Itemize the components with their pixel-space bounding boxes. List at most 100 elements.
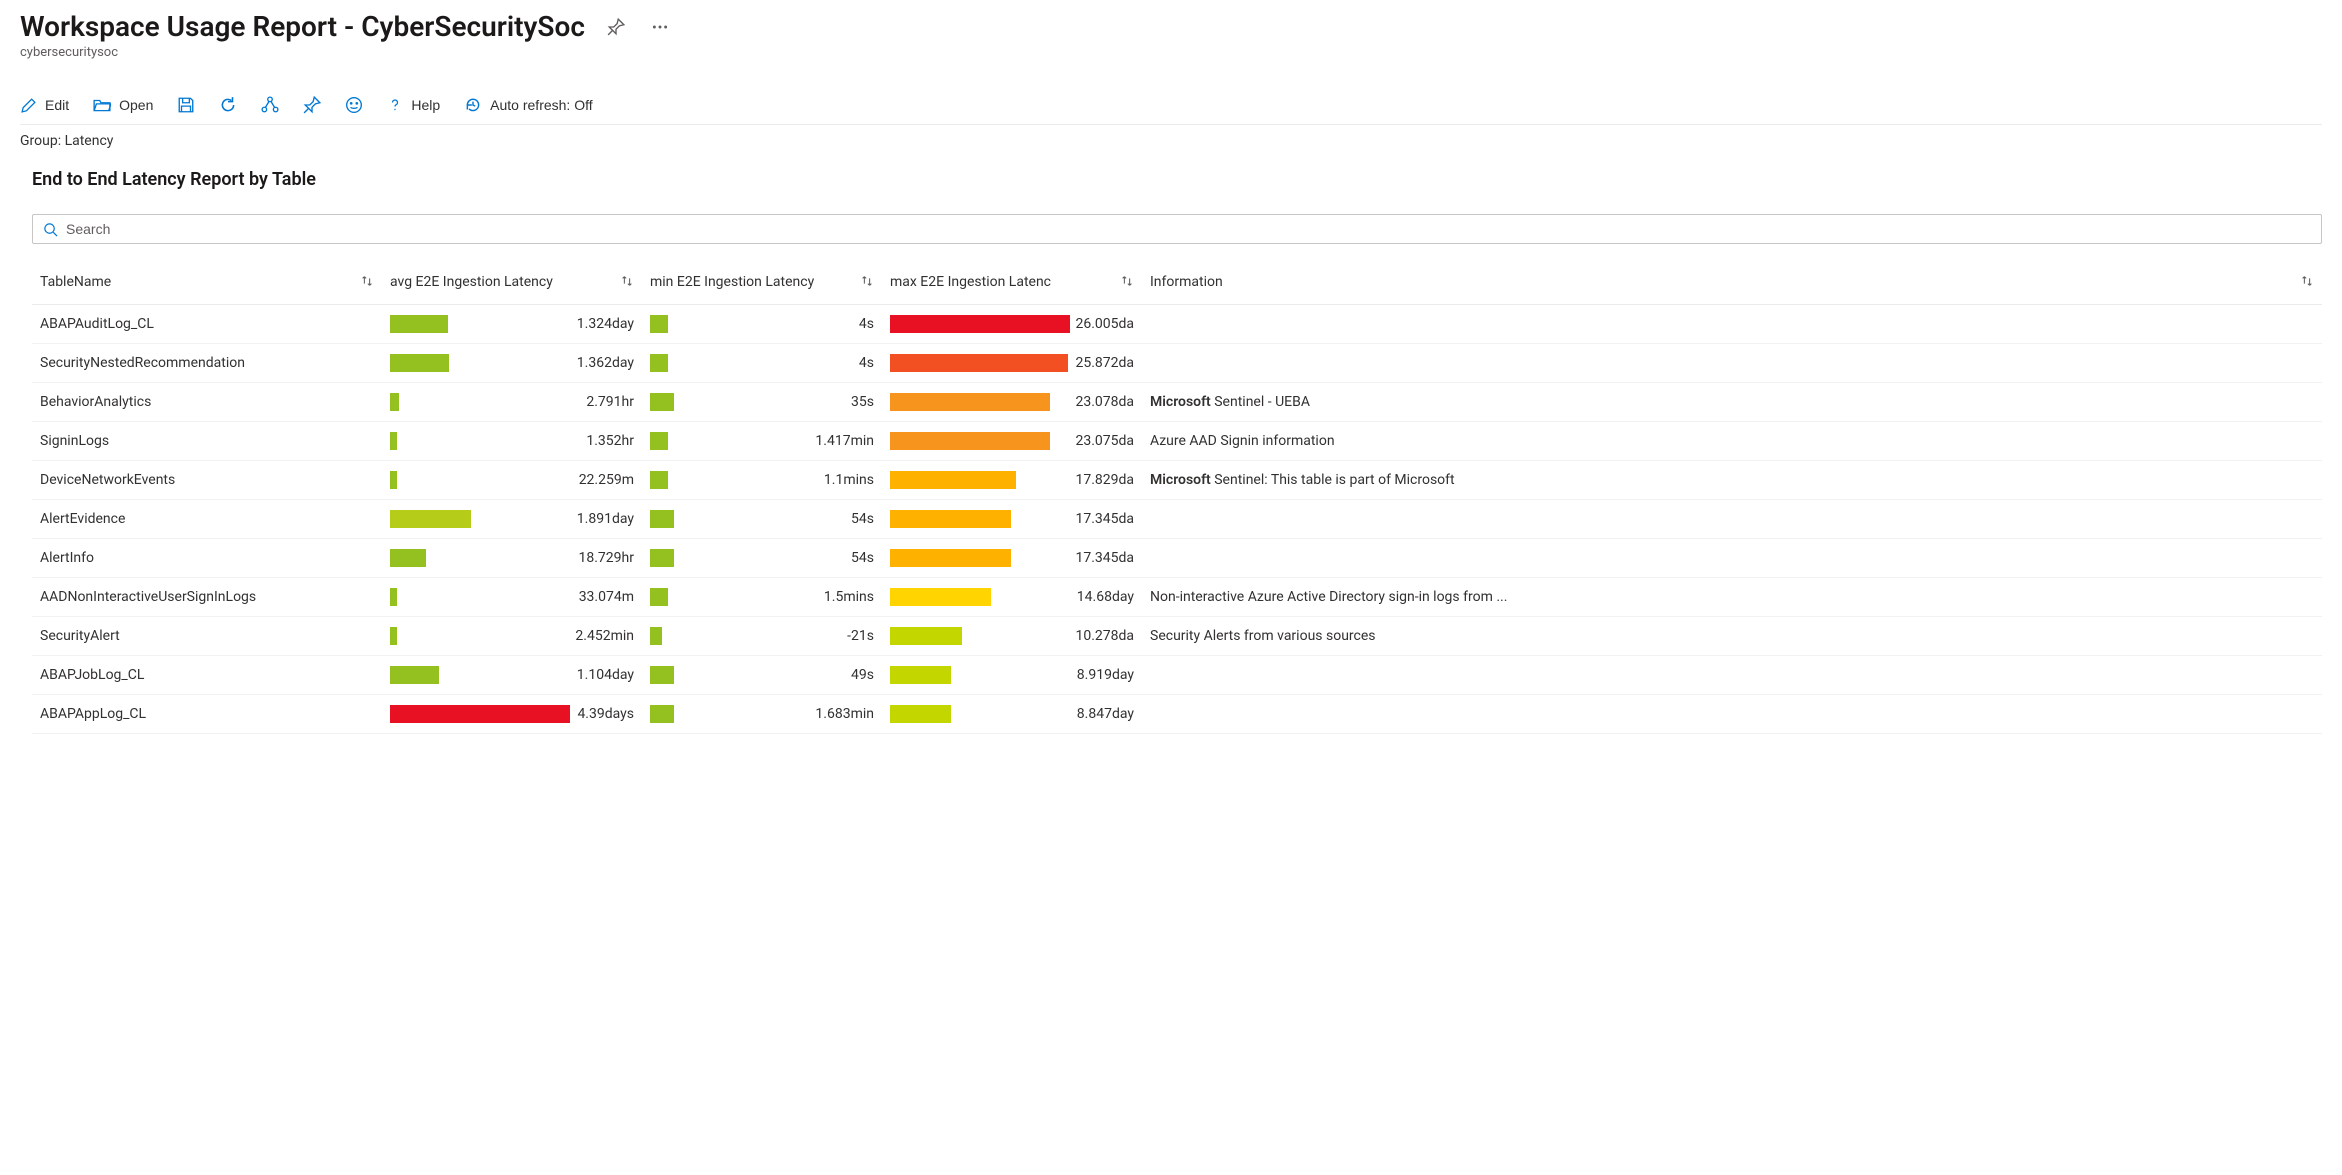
max-bar: [890, 354, 1068, 372]
sort-icon[interactable]: [860, 274, 874, 288]
table-row[interactable]: AlertEvidence1.891day54s17.345da: [32, 500, 2322, 539]
avg-value: 2.791hr: [574, 394, 634, 410]
cell-info: Microsoft Sentinel: This table is part o…: [1142, 461, 2322, 500]
cell-name: ABAPAppLog_CL: [32, 695, 382, 734]
avg-bar: [390, 666, 439, 684]
max-value: 8.919day: [1074, 667, 1134, 683]
open-label: Open: [119, 97, 153, 113]
help-button[interactable]: Help: [387, 97, 440, 113]
min-bar: [650, 666, 674, 684]
min-bar: [650, 549, 674, 567]
sort-icon[interactable]: [2300, 274, 2314, 288]
table-row[interactable]: SecurityAlert2.452min-21s10.278daSecurit…: [32, 617, 2322, 656]
table-row[interactable]: ABAPAppLog_CL4.39days1.683min8.847day: [32, 695, 2322, 734]
sort-icon[interactable]: [620, 274, 634, 288]
max-bar: [890, 510, 1011, 528]
col-header-name[interactable]: TableName: [32, 246, 382, 305]
cell-min: 1.417min: [642, 422, 882, 461]
cell-info: Microsoft Sentinel - UEBA: [1142, 383, 2322, 422]
max-value: 14.68day: [1074, 589, 1134, 605]
table-row[interactable]: DeviceNetworkEvents22.259m1.1mins17.829d…: [32, 461, 2322, 500]
share-button[interactable]: [261, 96, 279, 114]
max-value: 23.078da: [1074, 394, 1134, 410]
more-button[interactable]: [647, 14, 673, 40]
cell-info: [1142, 305, 2322, 344]
max-bar: [890, 705, 951, 723]
table-row[interactable]: SigninLogs1.352hr1.417min23.075daAzure A…: [32, 422, 2322, 461]
sort-icon[interactable]: [360, 274, 374, 288]
help-label: Help: [411, 97, 440, 113]
col-header-info-label: Information: [1150, 274, 1223, 290]
cell-min: 1.683min: [642, 695, 882, 734]
more-icon: [651, 18, 669, 36]
pin-button[interactable]: [603, 14, 629, 40]
cell-min: 4s: [642, 305, 882, 344]
max-bar: [890, 432, 1050, 450]
avg-bar: [390, 510, 471, 528]
max-bar: [890, 666, 951, 684]
avg-value: 18.729hr: [574, 550, 634, 566]
max-value: 8.847day: [1074, 706, 1134, 722]
max-bar: [890, 393, 1050, 411]
sort-icon[interactable]: [1120, 274, 1134, 288]
cell-min: 35s: [642, 383, 882, 422]
table-row[interactable]: ABAPAuditLog_CL1.324day4s26.005da: [32, 305, 2322, 344]
min-value: 1.417min: [680, 433, 874, 449]
cell-max: 17.829da: [882, 461, 1142, 500]
cell-max: 25.872da: [882, 344, 1142, 383]
table-row[interactable]: ABAPJobLog_CL1.104day49s8.919day: [32, 656, 2322, 695]
col-header-avg-label: avg E2E Ingestion Latency: [390, 274, 553, 290]
cell-info: [1142, 500, 2322, 539]
max-bar: [890, 588, 991, 606]
max-bar: [890, 627, 962, 645]
refresh-button[interactable]: [219, 96, 237, 114]
min-bar: [650, 393, 674, 411]
cell-name: SecurityNestedRecommendation: [32, 344, 382, 383]
cell-avg: 1.324day: [382, 305, 642, 344]
cell-max: 8.919day: [882, 656, 1142, 695]
col-header-max[interactable]: max E2E Ingestion Latenc: [882, 246, 1142, 305]
cell-name: BehaviorAnalytics: [32, 383, 382, 422]
min-value: 1.683min: [680, 706, 874, 722]
col-header-min[interactable]: min E2E Ingestion Latency: [642, 246, 882, 305]
cell-info: [1142, 539, 2322, 578]
search-input[interactable]: [66, 221, 2311, 237]
col-header-name-label: TableName: [40, 274, 111, 290]
max-value: 25.872da: [1074, 355, 1134, 371]
cell-avg: 22.259m: [382, 461, 642, 500]
cell-avg: 1.891day: [382, 500, 642, 539]
min-value: 4s: [680, 316, 874, 332]
cell-max: 17.345da: [882, 500, 1142, 539]
min-bar: [650, 354, 668, 372]
cell-name: DeviceNetworkEvents: [32, 461, 382, 500]
col-header-avg[interactable]: avg E2E Ingestion Latency: [382, 246, 642, 305]
max-value: 17.345da: [1074, 550, 1134, 566]
avg-bar: [390, 315, 448, 333]
cell-max: 8.847day: [882, 695, 1142, 734]
avg-value: 22.259m: [574, 472, 634, 488]
table-row[interactable]: BehaviorAnalytics 2.791hr 35s 23.078da Micro…: [32, 383, 2322, 422]
section-title: End to End Latency Report by Table: [32, 169, 2322, 190]
col-header-min-label: min E2E Ingestion Latency: [650, 274, 814, 290]
avg-value: 33.074m: [574, 589, 634, 605]
table-row[interactable]: AlertInfo18.729hr54s17.345da: [32, 539, 2322, 578]
auto-refresh-button[interactable]: Auto refresh: Off: [464, 96, 592, 114]
group-label: Group: Latency: [20, 133, 2322, 149]
cell-max: 23.075da: [882, 422, 1142, 461]
edit-button[interactable]: Edit: [20, 97, 69, 114]
col-header-info[interactable]: Information: [1142, 246, 2322, 305]
max-bar: [890, 471, 1016, 489]
cell-info: [1142, 656, 2322, 695]
cell-avg: 18.729hr: [382, 539, 642, 578]
feedback-button[interactable]: [345, 96, 363, 114]
max-value: 26.005da: [1074, 316, 1134, 332]
table-row[interactable]: AADNonInteractiveUserSignInLogs33.074m1.…: [32, 578, 2322, 617]
search-box[interactable]: [32, 214, 2322, 244]
table-row[interactable]: SecurityNestedRecommendation1.362day4s25…: [32, 344, 2322, 383]
open-button[interactable]: Open: [93, 96, 153, 114]
cell-avg: 2.452min: [382, 617, 642, 656]
save-button[interactable]: [177, 96, 195, 114]
cell-avg: 1.352hr: [382, 422, 642, 461]
max-bar: [890, 549, 1011, 567]
pin-toolbar-button[interactable]: [303, 96, 321, 114]
